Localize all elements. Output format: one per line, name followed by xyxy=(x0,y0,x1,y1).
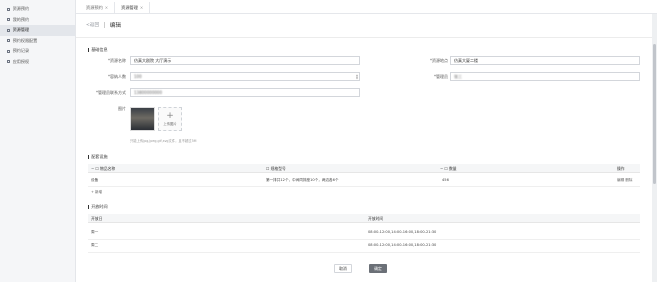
equipment-cell-quantity: 456 xyxy=(442,178,449,182)
column-header-open-day: 开放日 xyxy=(91,215,103,221)
sidebar-item-app-authorization[interactable]: 应用授权 xyxy=(0,57,75,68)
admin-input[interactable]: 张三 xyxy=(450,72,640,81)
tab-label: 资源管理 xyxy=(121,4,138,10)
section-opening-hours: 开放时间 xyxy=(88,204,108,210)
input-value: 13800000000 xyxy=(134,90,162,95)
resource-name-label: *资源名称 xyxy=(108,58,126,63)
column-header-item-name: − ☐ 物品名称 xyxy=(91,165,116,172)
tab-label: 资源预约 xyxy=(86,4,103,10)
equipment-table-header: − ☐ 物品名称 ☐ 规格型号 − ☐ 数量 操作 xyxy=(88,164,640,173)
header-divider-line xyxy=(76,37,652,38)
page-header: <返回 编辑 xyxy=(86,21,121,29)
edit-panel: <返回 编辑 基础信息 *资源名称 仿真大剧院 大厅演示 *资源地点 仿真大厦二… xyxy=(76,14,652,282)
page-title: 编辑 xyxy=(109,23,121,29)
opening-cell-time: 08:00-12:00,14:00-16:00,18:00-21:30 xyxy=(368,230,437,234)
resource-name-input[interactable]: 仿真大剧院 大厅演示 xyxy=(130,56,360,65)
section-marker xyxy=(88,154,90,160)
opening-cell-day: 周二 xyxy=(91,243,99,247)
table-divider xyxy=(88,239,640,240)
sidebar-item-label: 应用授权 xyxy=(12,58,30,64)
grid-icon xyxy=(7,60,11,64)
section-equipment: 配套设施 xyxy=(88,154,108,160)
resource-location-input[interactable]: 仿真大厦二楼 xyxy=(450,56,640,65)
confirm-button[interactable]: 确定 xyxy=(369,264,387,273)
tab-resource-management[interactable]: 资源管理 × xyxy=(115,2,151,13)
close-icon[interactable]: × xyxy=(105,5,108,10)
uploaded-image[interactable] xyxy=(130,107,155,131)
sidebar-item-label: 预约权限配置 xyxy=(12,37,38,43)
section-title: 开放时间 xyxy=(91,204,108,209)
upload-label: 上传图片 xyxy=(163,122,177,126)
image-label: 图片 xyxy=(118,106,126,111)
grid-icon xyxy=(7,49,11,53)
sidebar-item-my-bookings[interactable]: 我的预约 xyxy=(0,15,75,26)
sidebar-item-resource-booking[interactable]: 资源预约 xyxy=(0,4,75,15)
sidebar-item-resource-management[interactable]: 资源管理 xyxy=(0,25,75,36)
equipment-cell-name: 设备 xyxy=(91,178,99,182)
opening-table-header: 开放日 开放时间 xyxy=(88,214,640,223)
scrollbar-thumb[interactable] xyxy=(653,44,656,184)
scrollbar[interactable] xyxy=(652,14,657,282)
cancel-button[interactable]: 取消 xyxy=(334,264,352,273)
grid-icon xyxy=(7,7,11,11)
section-title: 配套设施 xyxy=(91,154,108,159)
section-basic-info: 基础信息 xyxy=(88,47,108,53)
input-value: 100 xyxy=(134,74,142,79)
capacity-label: *容纳人数 xyxy=(108,74,126,79)
grid-icon xyxy=(7,18,11,22)
contact-label: *管理员联系方式 xyxy=(96,90,126,95)
column-header-spec: ☐ 规格型号 xyxy=(266,165,286,172)
plus-icon: + xyxy=(166,111,174,121)
sidebar-item-label: 资源管理 xyxy=(12,27,30,33)
opening-cell-time: 08:00-12:00,14:00-16:00,18:00-21:30 xyxy=(368,243,437,247)
contact-input[interactable]: 13800000000 xyxy=(130,88,360,97)
stepper-arrows-icon[interactable]: ▲ ▼ xyxy=(356,74,358,81)
grid-icon xyxy=(7,39,11,43)
column-header-quantity: − ☐ 数量 xyxy=(440,165,457,172)
input-value: 张三 xyxy=(454,73,462,79)
resource-location-label: *资源地点 xyxy=(430,58,448,63)
opening-cell-day: 周一 xyxy=(91,230,99,234)
capacity-stepper[interactable]: 100 ▲ ▼ xyxy=(130,72,360,81)
column-header-actions: 操作 xyxy=(617,165,625,171)
section-marker xyxy=(88,47,90,53)
back-link[interactable]: <返回 xyxy=(86,22,99,28)
sidebar-item-booking-records[interactable]: 预约记录 xyxy=(0,46,75,57)
grid-icon xyxy=(7,28,11,32)
equipment-cell-spec: 第一排共12个，中间同排座10个，两边各6个 xyxy=(266,178,339,182)
input-value: 仿真大厦二楼 xyxy=(454,57,478,63)
upload-hint: 只能上传jpg,jpeg,gif,svg文件，且不超过5M xyxy=(130,139,197,143)
sidebar-item-label: 资源预约 xyxy=(12,6,30,12)
upload-image-button[interactable]: + 上传图片 xyxy=(158,107,182,131)
header-divider xyxy=(104,22,105,28)
close-icon[interactable]: × xyxy=(140,5,143,10)
input-value: 仿真大剧院 大厅演示 xyxy=(134,57,172,63)
admin-label: *管理员 xyxy=(434,74,448,79)
column-header-open-time: 开放时间 xyxy=(368,215,384,221)
sidebar-item-permission-config[interactable]: 预约权限配置 xyxy=(0,36,75,47)
sidebar: 资源预约 我的预约 资源管理 预约权限配置 预约记录 应用授权 xyxy=(0,0,76,282)
section-title: 基础信息 xyxy=(91,47,108,52)
section-marker xyxy=(88,204,90,210)
tab-resource-booking[interactable]: 资源预约 × xyxy=(80,2,116,13)
content-area: <返回 编辑 基础信息 *资源名称 仿真大剧院 大厅演示 *资源地点 仿真大厦二… xyxy=(76,14,657,282)
equipment-row-actions[interactable]: 编辑 删除 xyxy=(617,178,633,183)
sidebar-item-label: 预约记录 xyxy=(12,48,30,54)
table-divider xyxy=(88,252,640,253)
tab-bar: 资源预约 × 资源管理 × xyxy=(76,0,657,14)
add-equipment-link[interactable]: + 新增 xyxy=(91,190,102,195)
table-divider xyxy=(88,186,640,187)
sidebar-item-label: 我的预约 xyxy=(12,16,30,22)
